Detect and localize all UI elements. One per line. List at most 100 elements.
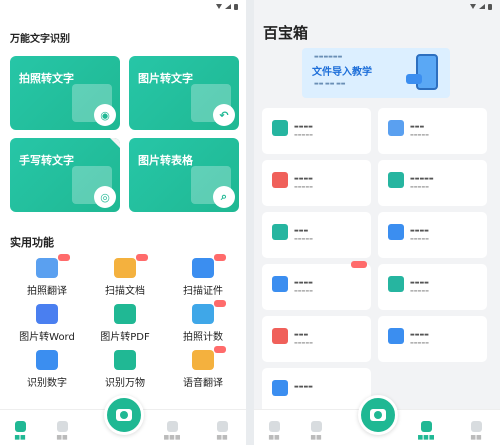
tool-item[interactable]: ▬▬▬ ▬▬▬▬▬ [378, 108, 487, 154]
badge [214, 346, 226, 353]
wifi-icon [470, 4, 476, 9]
folder-icon [310, 421, 322, 432]
func-recognize-objects[interactable]: 识别万物 [90, 350, 160, 389]
tool-subtitle: ▬▬▬▬▬ [410, 132, 429, 137]
card-title: 图片转表格 [138, 154, 193, 167]
wifi-icon [216, 4, 222, 9]
signal-icon [225, 4, 231, 9]
tool-subtitle: ▬▬▬▬▬ [294, 236, 313, 241]
tab-label-placeholder: ■■ [216, 434, 228, 441]
camera-button[interactable] [104, 395, 144, 435]
tool-item[interactable]: ▬▬▬▬ ▬▬▬▬▬ [262, 108, 371, 154]
camera-icon [370, 409, 386, 421]
video-icon [388, 172, 404, 188]
tab-toolbox[interactable]: ■■■ [406, 421, 446, 441]
tool-label: ▬▬▬▬ [410, 280, 429, 286]
corner-fold [110, 138, 120, 148]
card-title: 拍照转文字 [19, 72, 74, 85]
tool-label: ▬▬▬ [294, 228, 309, 234]
func-label: 识别万物 [105, 378, 145, 389]
tab-label-placeholder: ■■ [268, 434, 280, 441]
camera-icon: ◉ [94, 104, 116, 126]
func-label: 拍照计数 [183, 332, 223, 343]
tab-profile[interactable]: ■■ [456, 421, 496, 441]
page-title: 百宝箱 [263, 24, 309, 42]
tab-label-placeholder: ■■ [56, 434, 68, 441]
tab-documents[interactable]: ■■ [42, 421, 82, 441]
hot-badge [351, 261, 367, 268]
toolbox-icon [166, 421, 178, 432]
status-bar [254, 0, 500, 13]
tool-item[interactable]: ▬▬▬▬ ▬▬▬▬▬ [262, 261, 371, 310]
func-voice-translate[interactable]: 语音翻译 [168, 346, 238, 389]
id-card-icon [192, 254, 226, 278]
microphone-icon [192, 346, 226, 370]
phone-illustration [416, 54, 438, 90]
func-photo-translate[interactable]: 拍照翻译 [12, 254, 82, 297]
card-image-to-table[interactable]: 图片转表格 ⌕ [129, 138, 239, 212]
document-icon [114, 254, 148, 278]
signal-icon [479, 4, 485, 9]
object-icon [114, 350, 136, 370]
ai-image-icon [388, 328, 404, 344]
func-label: 图片转PDF [100, 332, 150, 343]
banner-subtitle: ▬▬▬▬▬▬ [314, 54, 343, 60]
tool-subtitle: ▬▬▬▬▬ [294, 184, 313, 189]
func-scan-id[interactable]: 扫描证件 [168, 254, 238, 297]
home-screen: 万能文字识别 拍照转文字 ◉ 图片转文字 ↶ 手写转文字 ◎ 图片转表格 ⌕ 实… [0, 0, 246, 445]
card-image-to-text[interactable]: 图片转文字 ↶ [129, 56, 239, 130]
tool-subtitle: ▬▬▬▬▬ [410, 340, 429, 345]
func-label: 扫描证件 [183, 286, 223, 297]
tool-subtitle: ▬▬▬▬▬ [410, 236, 429, 241]
toolbox-screen: 百宝箱 ▬▬▬▬▬▬ 文件导入教学 ▬▬ ▬▬ ▬▬ ▬▬▬▬ ▬▬▬▬▬ ▬▬▬… [254, 0, 500, 445]
tool-label: ▬▬▬▬ [294, 124, 313, 130]
tab-home[interactable]: ■■ [254, 421, 294, 441]
func-image-to-word[interactable]: 图片转Word [12, 304, 82, 343]
tool-item[interactable]: ▬▬▬▬▬ ▬▬▬▬▬ [378, 160, 487, 206]
tab-documents[interactable]: ■■ [296, 421, 336, 441]
image-edit-icon [388, 276, 404, 292]
tool-label: ▬▬▬▬ [410, 228, 429, 234]
func-label: 拍照翻译 [27, 286, 67, 297]
tool-item[interactable]: ▬▬▬▬ ▬▬▬▬▬ [378, 264, 487, 310]
word-icon [36, 304, 58, 324]
tool-subtitle: ▬▬▬▬▬ [294, 340, 313, 345]
qr-code-icon [272, 380, 288, 396]
camera-button[interactable] [358, 395, 398, 435]
tab-label-placeholder: ■■ [310, 434, 322, 441]
tool-item[interactable]: ▬▬▬ ▬▬▬▬▬ [262, 212, 371, 258]
tool-label: ▬▬▬▬ [294, 176, 313, 182]
eraser-icon [272, 328, 288, 344]
card-photo-to-text[interactable]: 拍照转文字 ◉ [10, 56, 120, 130]
func-scan-document[interactable]: 扫描文档 [90, 254, 160, 297]
tool-item[interactable]: ▬▬▬▬ ▬▬▬▬▬ [378, 212, 487, 258]
func-image-to-pdf[interactable]: 图片转PDF [90, 304, 160, 343]
digits-icon [36, 350, 58, 370]
reply-arrow-icon: ↶ [213, 104, 235, 126]
func-photo-count[interactable]: 拍照计数 [168, 300, 238, 343]
tool-item[interactable]: ▬▬▬ ▬▬▬▬▬ [262, 316, 371, 362]
badge [214, 300, 226, 307]
tab-home[interactable]: ■■ [0, 421, 40, 441]
import-tutorial-banner[interactable]: ▬▬▬▬▬▬ 文件导入教学 ▬▬ ▬▬ ▬▬ [302, 48, 450, 98]
card-title: 图片转文字 [138, 72, 193, 85]
tool-item[interactable]: ▬▬▬▬ [262, 368, 371, 414]
count-icon [192, 300, 226, 324]
func-recognize-digits[interactable]: 识别数字 [12, 350, 82, 389]
func-label: 识别数字 [27, 378, 67, 389]
tool-label: ▬▬▬ [294, 332, 309, 338]
tab-toolbox[interactable]: ■■■ [152, 421, 192, 441]
tool-label: ▬▬▬▬ [410, 332, 429, 338]
banner-tags: ▬▬ ▬▬ ▬▬ [314, 81, 346, 87]
card-title: 手写转文字 [19, 154, 74, 167]
translate-icon [388, 120, 404, 136]
tool-label: ▬▬▬▬ [294, 384, 313, 390]
tool-subtitle: ▬▬▬▬▬ [410, 288, 429, 293]
battery-icon [488, 3, 492, 10]
home-icon [14, 421, 26, 432]
tab-profile[interactable]: ■■ [202, 421, 242, 441]
card-handwriting-to-text[interactable]: 手写转文字 ◎ [10, 138, 120, 212]
tool-item[interactable]: ▬▬▬▬ ▬▬▬▬▬ [262, 160, 371, 206]
scan-text-icon [272, 224, 288, 240]
tool-item[interactable]: ▬▬▬▬ ▬▬▬▬▬ [378, 316, 487, 362]
